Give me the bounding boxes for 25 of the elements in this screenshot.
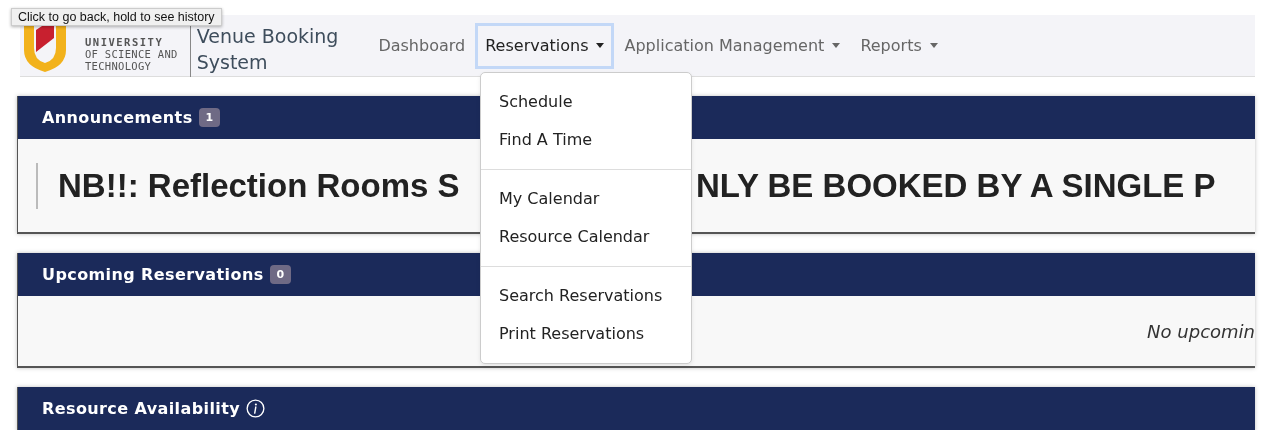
nav-link[interactable]: Reports [850,20,948,71]
menu-item[interactable]: Search Reservations [481,277,691,315]
menu-item[interactable]: Find A Time [481,121,691,159]
university-name: TECHNOLOGY [85,59,153,72]
panel-title: Upcoming Reservations [42,265,264,284]
tooltip: Click to go back, hold to see history [11,8,222,26]
count-badge: 1 [198,108,221,127]
panel-title: Resource Availability [42,399,241,418]
menu-item[interactable]: Resource Calendar [481,218,691,256]
nav-link[interactable]: Dashboard [368,20,476,71]
nav-link[interactable]: Reservations [475,22,615,69]
announcement-text: NLY BE BOOKED BY A SINGLE P [696,166,1216,205]
site-title: Venue Booking [196,24,339,49]
count-badge: 0 [269,265,292,284]
site-title: System [196,49,269,75]
menu-item[interactable]: Schedule [481,83,691,121]
university-name: UNIVERSITY [85,35,165,48]
nav-link[interactable]: Application Management [614,20,851,71]
announcement-text: NB!!: Reflection Rooms S [58,166,460,204]
empty-message: No upcomin [1147,320,1255,342]
university-name: OF SCIENCE AND [85,47,178,60]
menu-item[interactable]: My Calendar [481,180,691,218]
menu-item[interactable]: Print Reservations [481,315,691,353]
panel-title: Announcements [42,108,193,127]
info-icon [246,399,266,418]
